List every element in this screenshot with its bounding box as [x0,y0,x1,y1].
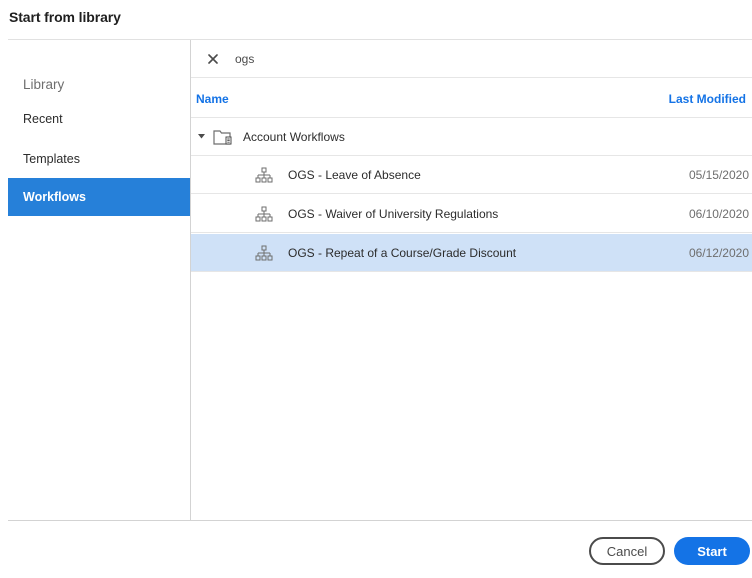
column-header-last-modified[interactable]: Last Modified [669,92,746,106]
column-header-name[interactable]: Name [196,92,229,106]
close-icon[interactable] [205,51,221,67]
table-row[interactable]: OGS - Repeat of a Course/Grade Discount … [191,234,752,272]
sidebar-heading: Library [23,77,65,92]
workflow-icon [255,206,273,222]
sidebar-item-label: Templates [23,152,80,166]
row-date: 05/15/2020 [688,168,749,182]
row-name: OGS - Leave of Absence [288,168,421,182]
footer-divider [8,520,752,521]
workflow-icon [255,167,273,183]
table-row[interactable]: OGS - Leave of Absence 05/15/2020 [191,156,752,194]
folder-label: Account Workflows [243,129,345,144]
sidebar-item-templates[interactable]: Templates [8,140,190,178]
library-content: Name Last Modified Account Workflows OGS… [191,40,752,520]
dialog-title: Start from library [9,9,121,25]
row-date: 06/12/2020 [688,246,749,260]
cancel-button[interactable]: Cancel [589,537,665,565]
start-button[interactable]: Start [674,537,750,565]
folder-icon [213,128,233,146]
sidebar-item-recent[interactable]: Recent [8,100,190,138]
folder-row[interactable]: Account Workflows [191,118,752,156]
library-sidebar: Library Recent Templates Workflows [8,40,190,520]
workflow-icon [255,245,273,261]
sidebar-item-label: Workflows [23,190,86,204]
search-input[interactable] [235,51,535,66]
table-header: Name Last Modified [191,78,752,118]
row-name: OGS - Waiver of University Regulations [288,207,499,221]
table-row[interactable]: OGS - Waiver of University Regulations 0… [191,195,752,233]
row-name: OGS - Repeat of a Course/Grade Discount [288,246,517,260]
row-date: 06/10/2020 [688,207,749,221]
search-bar [191,40,752,78]
sidebar-item-label: Recent [23,112,63,126]
sidebar-item-workflows[interactable]: Workflows [8,178,190,216]
caret-down-icon[interactable] [197,133,205,141]
